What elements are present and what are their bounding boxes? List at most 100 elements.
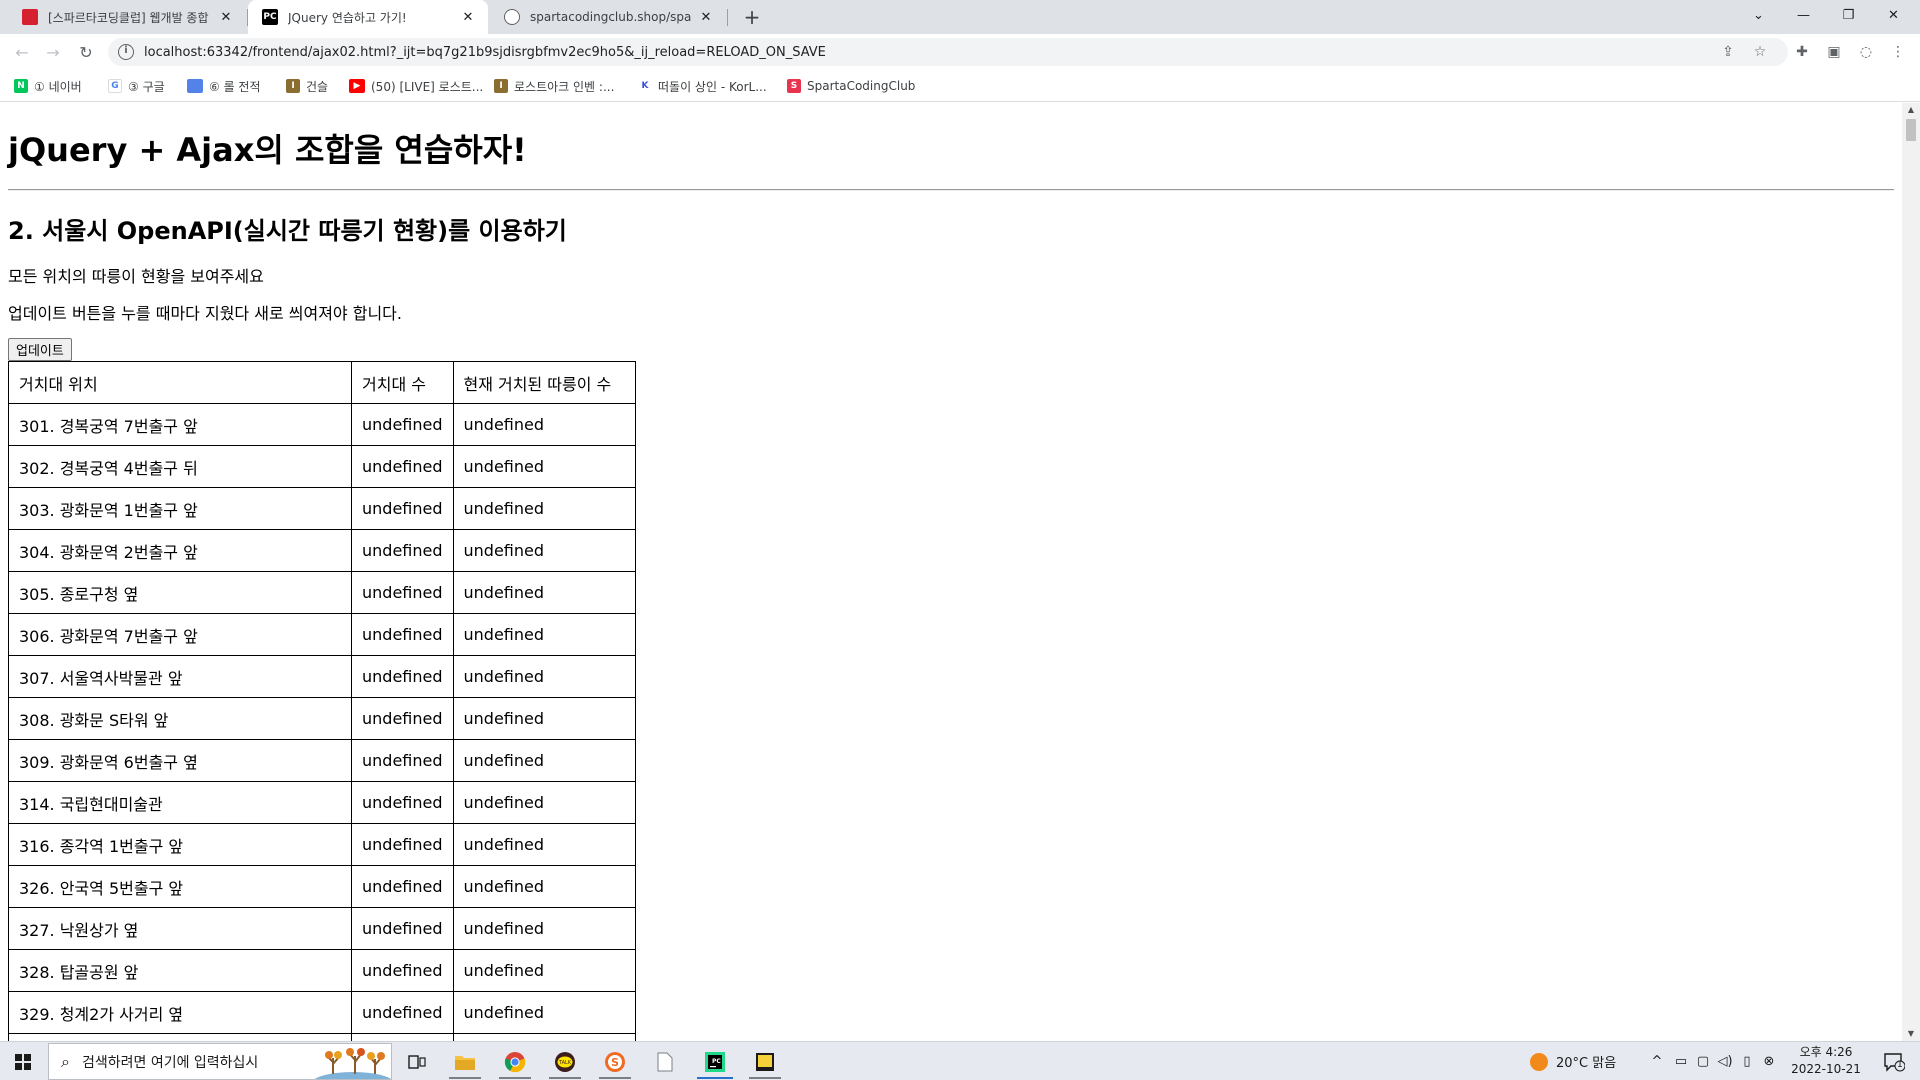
cell-rack-count: undefined: [351, 613, 454, 656]
tab-search-button[interactable]: ⌄: [1736, 0, 1781, 30]
share-icon[interactable]: ⇪: [1718, 42, 1738, 62]
cell-rack-count: undefined: [351, 781, 454, 824]
bookmark-google[interactable]: G ③ 구글: [108, 77, 165, 95]
table-row: 326. 안국역 5번출구 앞 undefined undefined: [8, 865, 636, 908]
extensions-icon[interactable]: ✚: [1790, 40, 1814, 64]
file-explorer-icon[interactable]: [443, 1044, 487, 1079]
cell-rack-count: undefined: [351, 949, 454, 992]
start-button[interactable]: [0, 1042, 46, 1080]
chevron-up-icon[interactable]: ^: [1648, 1054, 1666, 1069]
bookmark-red-icon: [22, 9, 38, 25]
table-row: 307. 서울역사박물관 앞 undefined undefined: [8, 655, 636, 698]
tab-jquery-practice[interactable]: PC JQuery 연습하고 가기! ✕: [248, 0, 488, 34]
page-viewport: jQuery + Ajax의 조합을 연습하자! 2. 서울시 OpenAPI(…: [0, 103, 1902, 1041]
taskbar-clock[interactable]: 오후 4:26 2022-10-21: [1784, 1044, 1868, 1078]
cell-rack-count: undefined: [351, 487, 454, 530]
cell-location: 301. 경복궁역 7번출구 앞: [8, 403, 352, 446]
windows-taskbar: ⌕ 검색하려면 여기에 입력하십시 TALK S PC 20°C 맑음 ^ ▭ …: [0, 1041, 1920, 1080]
back-button[interactable]: ←: [10, 40, 34, 64]
restore-button[interactable]: ❐: [1826, 0, 1871, 30]
cell-rack-count: undefined: [351, 529, 454, 572]
page-scrollbar[interactable]: ▲ ▼: [1902, 103, 1920, 1041]
bookmark-label: SpartaCodingClub: [807, 79, 916, 93]
lostark-icon: I: [286, 79, 300, 93]
bookmark-opgg[interactable]: ⑥ 롤 전적: [187, 77, 261, 95]
window-close-button[interactable]: ✕: [1871, 0, 1916, 30]
menu-icon[interactable]: ⋮: [1886, 40, 1910, 64]
cell-bike-count: [452, 1033, 636, 1041]
notification-center-icon[interactable]: 1: [1876, 1042, 1912, 1080]
cell-rack-count: undefined: [351, 739, 454, 782]
cell-location: 308. 광화문 S타워 앞: [8, 697, 352, 740]
document-icon[interactable]: [643, 1044, 687, 1079]
chrome-icon[interactable]: [493, 1044, 537, 1079]
bookmark-star-icon[interactable]: ☆: [1750, 42, 1770, 62]
cell-bike-count: undefined: [452, 613, 636, 656]
search-icon: ⌕: [61, 1051, 70, 1071]
cell-rack-count: [351, 1033, 454, 1041]
clock-date: 2022-10-21: [1791, 1062, 1861, 1076]
youtube-icon: ▶: [349, 79, 365, 93]
bookmarks-bar: N ① 네이버 G ③ 구글 ⑥ 롤 전적 I 건슬 ▶ (50) [LIVE]…: [0, 70, 1920, 102]
pycharm-icon: PC: [262, 9, 278, 25]
cell-rack-count: undefined: [351, 697, 454, 740]
table-row: 328. 탑골공원 앞 undefined undefined: [8, 949, 636, 992]
battery-icon[interactable]: ▯: [1736, 1054, 1758, 1069]
new-tab-button[interactable]: +: [738, 3, 766, 31]
cell-location: 306. 광화문역 7번출구 앞: [8, 613, 352, 656]
bookmark-sparta[interactable]: S SpartaCodingClub: [787, 77, 915, 95]
address-bar[interactable]: i localhost:63342/frontend/ajax02.html?_…: [108, 38, 1788, 66]
sparta-icon: S: [787, 79, 801, 93]
cell-bike-count: undefined: [452, 571, 636, 614]
bookmark-gunslinger[interactable]: I 건슬: [286, 77, 328, 95]
tab-sparta-shop[interactable]: spartacodingclub.shop/sparta_a ✕: [490, 0, 726, 34]
close-icon[interactable]: ✕: [698, 10, 714, 25]
table-row: 304. 광화문역 2번출구 앞 undefined undefined: [8, 529, 636, 572]
minimize-button[interactable]: —: [1781, 0, 1826, 30]
reload-button[interactable]: ↻: [74, 40, 98, 64]
bookmark-naver[interactable]: N ① 네이버: [14, 77, 82, 95]
volume-icon[interactable]: ◁): [1714, 1054, 1736, 1069]
taskbar-search-box[interactable]: ⌕ 검색하려면 여기에 입력하십시: [48, 1043, 392, 1080]
tab-title: JQuery 연습하고 가기!: [288, 10, 407, 25]
close-icon[interactable]: ✕: [218, 10, 234, 25]
close-icon[interactable]: ✕: [460, 10, 476, 25]
url-text[interactable]: localhost:63342/frontend/ajax02.html?_ij…: [144, 45, 826, 60]
scroll-down-arrow-icon[interactable]: ▼: [1902, 1027, 1920, 1041]
bookmark-korlark[interactable]: K 떠돌이 상인 - KorL...: [638, 77, 767, 95]
task-view-icon[interactable]: [395, 1044, 439, 1079]
windows-logo-icon: [15, 1053, 31, 1070]
table-row: 305. 종로구청 옆 undefined undefined: [8, 571, 636, 614]
scroll-thumb[interactable]: [1906, 119, 1916, 141]
sticky-notes-icon[interactable]: [743, 1044, 787, 1079]
sparta-app-icon[interactable]: S: [593, 1044, 637, 1079]
cell-bike-count: undefined: [452, 697, 636, 740]
svg-text:PC: PC: [712, 1058, 721, 1065]
ime-icon[interactable]: ⊗: [1758, 1054, 1780, 1069]
cell-rack-count: undefined: [351, 403, 454, 446]
weather-widget[interactable]: 20°C 맑음: [1528, 1042, 1616, 1080]
table-row: 308. 광화문 S타워 앞 undefined undefined: [8, 697, 636, 740]
profile-icon[interactable]: ◌: [1854, 40, 1878, 64]
cell-location: 329. 청계2가 사거리 옆: [8, 991, 352, 1034]
display-icon[interactable]: ▢: [1692, 1054, 1714, 1069]
page-title: jQuery + Ajax의 조합을 연습하자!: [8, 131, 527, 169]
side-panel-icon[interactable]: ▣: [1822, 40, 1846, 64]
cell-location: 309. 광화문역 6번출구 옆: [8, 739, 352, 782]
network-icon[interactable]: ▭: [1670, 1054, 1692, 1069]
naver-icon: N: [14, 79, 28, 93]
cell-location: [8, 1033, 352, 1041]
update-button[interactable]: 업데이트: [8, 338, 72, 361]
korlark-icon: K: [638, 79, 652, 93]
bookmark-inven[interactable]: I 로스트아크 인벤 :...: [494, 77, 614, 95]
svg-text:S: S: [611, 1056, 619, 1069]
kakaotalk-icon[interactable]: TALK: [543, 1044, 587, 1079]
pycharm-taskbar-icon[interactable]: PC: [693, 1044, 737, 1079]
bookmark-label: 떠돌이 상인 - KorL...: [658, 79, 767, 94]
forward-button[interactable]: →: [41, 40, 65, 64]
scroll-up-arrow-icon[interactable]: ▲: [1902, 103, 1920, 117]
bookmark-youtube-live[interactable]: ▶ (50) [LIVE] 로스트...: [349, 77, 483, 95]
divider: [8, 189, 1894, 191]
tab-sparta-course[interactable]: [스파르타코딩클럽] 웹개발 종합 ✕: [8, 0, 246, 34]
site-info-icon[interactable]: i: [118, 44, 134, 60]
